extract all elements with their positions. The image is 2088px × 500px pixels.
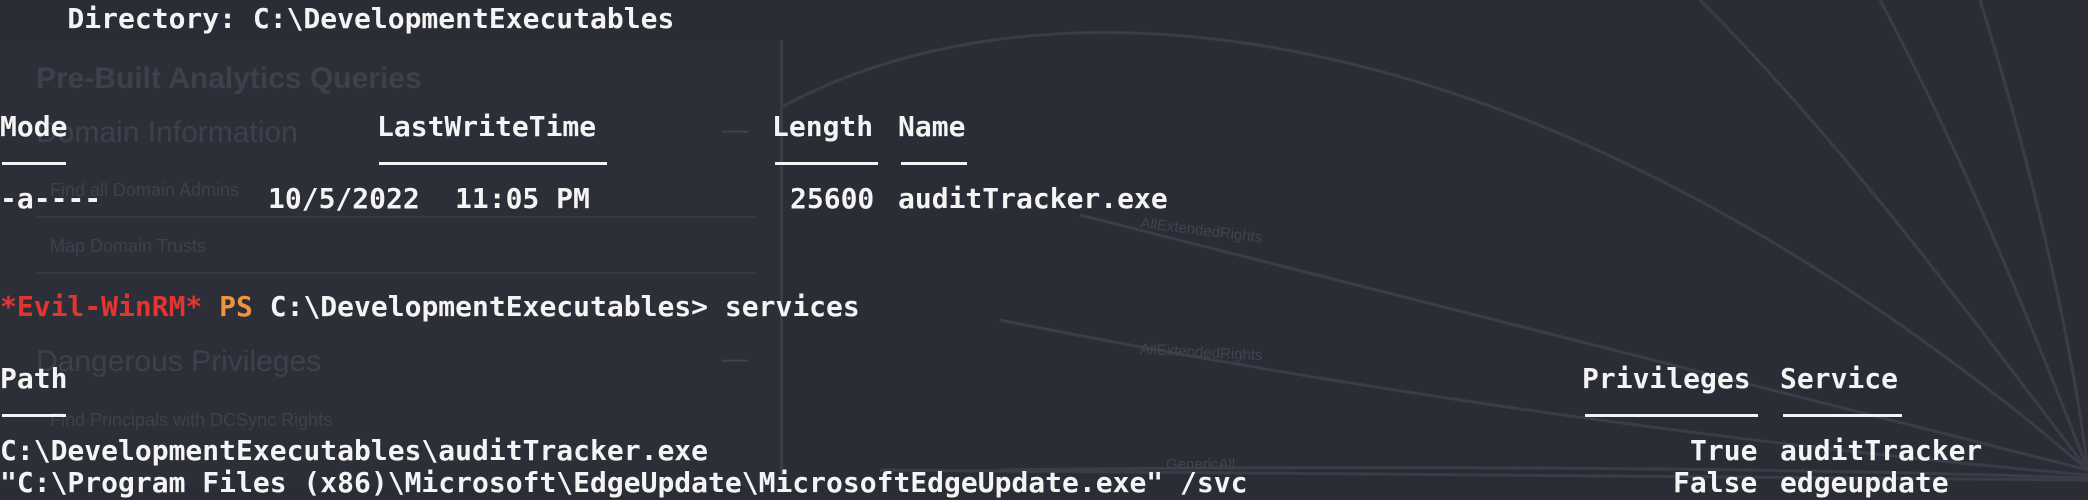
header-length: Length	[772, 110, 874, 143]
prompt-line: *Evil-WinRM* PS C:\DevelopmentExecutable…	[0, 290, 860, 324]
header-underline	[2, 162, 66, 165]
prompt-ps: PS	[219, 290, 253, 323]
header-underline	[1783, 414, 1902, 417]
terminal-output: Directory: C:\DevelopmentExecutables Mod…	[0, 0, 2088, 499]
header-underline	[775, 162, 878, 165]
service-row-path: "C:\Program Files (x86)\Microsoft\EdgeUp…	[0, 466, 1248, 499]
row-date: 10/5/2022	[268, 182, 420, 215]
header-path: Path	[0, 362, 68, 395]
header-lastwritetime: LastWriteTime	[377, 110, 597, 143]
row-name: auditTracker.exe	[898, 182, 1168, 215]
header-underline	[379, 162, 607, 165]
header-mode: Mode	[0, 110, 68, 143]
header-underline	[2, 414, 66, 417]
header-name: Name	[898, 110, 966, 143]
row-mode: -a----	[0, 182, 102, 215]
service-row-privileges: True	[1690, 434, 1758, 467]
prompt-command[interactable]: services	[725, 290, 860, 323]
header-service: Service	[1780, 362, 1899, 395]
row-time: 11:05 PM	[455, 182, 590, 215]
header-underline	[1585, 414, 1758, 417]
prompt-shell: *Evil-WinRM*	[0, 290, 203, 323]
prompt-cwd: C:\DevelopmentExecutables>	[269, 290, 709, 323]
row-length: 25600	[790, 182, 875, 215]
service-row-name: auditTracker	[1780, 434, 1983, 467]
service-row-privileges: False	[1673, 466, 1758, 499]
header-privileges: Privileges	[1582, 362, 1751, 395]
directory-line: Directory: C:\DevelopmentExecutables	[0, 2, 675, 35]
service-row-path: C:\DevelopmentExecutables\auditTracker.e…	[0, 434, 709, 467]
service-row-name: edgeupdate	[1780, 466, 1949, 499]
header-underline	[901, 162, 967, 165]
